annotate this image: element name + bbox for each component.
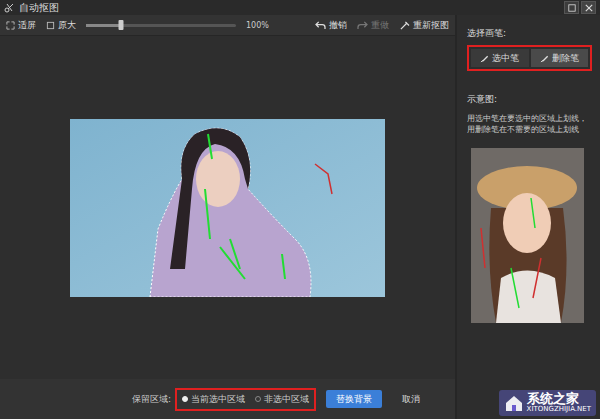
brush-icon [540, 54, 549, 63]
close-button[interactable] [581, 1, 596, 14]
close-icon [585, 4, 593, 12]
brush-group: 选中笔 删除笔 [467, 45, 592, 71]
house-logo-icon [504, 393, 524, 413]
keep-area-group: 保留区域: 当前选中区域 非选中区域 [175, 388, 316, 411]
redo-icon [357, 21, 368, 30]
brush-icon [480, 54, 489, 63]
cutout-canvas[interactable] [0, 35, 455, 379]
maximize-icon [568, 4, 576, 12]
undo-icon [315, 21, 326, 30]
keep-area-radio[interactable]: 非选中区域 [255, 393, 309, 406]
watermark: 系统之家 XITONGZHIJIA.NET [499, 390, 596, 416]
fit-screen-button[interactable]: 适屏 [6, 19, 36, 32]
sample-photo [471, 148, 584, 323]
right-panel: 选择画笔: 选中笔 删除笔 示意图: 用选中笔在要选中的区域上划线，用删除笔在不… [455, 15, 600, 419]
redo-button[interactable]: 重做 [357, 19, 389, 32]
toolbar: 适屏 原大 100% 撤销 重做 重新抠图 [0, 15, 455, 35]
auto-cutout-window: 自动抠图 适屏 原大 100% 撤销 重做 重新抠图 保留区域: 当前选中区域 … [0, 0, 600, 419]
preview-title: 示意图: [467, 93, 592, 106]
redo-cutout-button[interactable]: 重新抠图 [399, 19, 449, 32]
keep-area-radio[interactable]: 当前选中区域 [182, 393, 245, 406]
zoom-thumb[interactable] [118, 20, 123, 30]
title-bar: 自动抠图 [0, 0, 600, 15]
bottom-bar: 保留区域: 当前选中区域 非选中区域 替换背景取消 [0, 379, 455, 419]
original-size-button[interactable]: 原大 [46, 19, 76, 32]
preview-hint: 用选中笔在要选中的区域上划线，用删除笔在不需要的区域上划线 [467, 114, 592, 136]
zoom-reading: 100% [246, 21, 269, 30]
window-title: 自动抠图 [19, 1, 59, 15]
brush-reset-icon [399, 21, 410, 30]
brush-title: 选择画笔: [467, 27, 592, 40]
brush-button[interactable]: 选中笔 [471, 49, 529, 67]
brush-button[interactable]: 删除笔 [531, 49, 589, 67]
cancel-button[interactable]: 取消 [392, 390, 430, 408]
original-size-icon [46, 21, 55, 30]
zoom-slider[interactable] [86, 20, 236, 30]
scissors-icon [4, 3, 14, 13]
photo [70, 119, 385, 297]
keep-area-label: 保留区域: [132, 393, 171, 406]
fit-screen-icon [6, 21, 15, 30]
maximize-button[interactable] [564, 1, 579, 14]
replace-background-button[interactable]: 替换背景 [326, 390, 382, 408]
undo-button[interactable]: 撤销 [315, 19, 347, 32]
